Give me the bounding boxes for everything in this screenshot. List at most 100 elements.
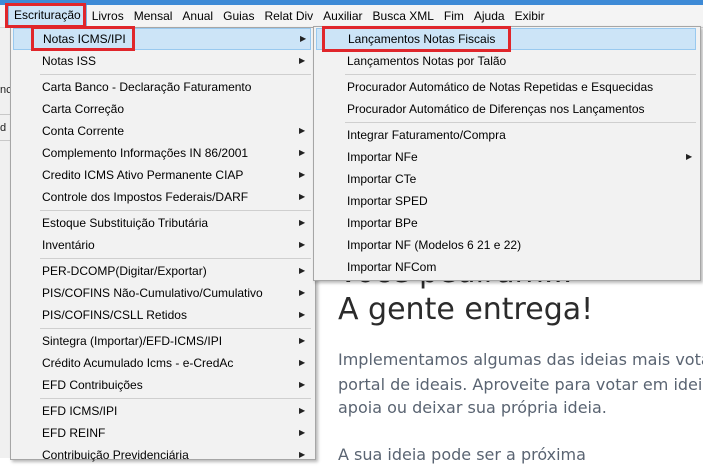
menu-item-label: EFD ICMS/IPI xyxy=(42,404,118,418)
menu-item-label: Importar NFCom xyxy=(347,260,437,274)
promo-text-line: Implementamos algumas das ideias mais vo… xyxy=(338,350,703,369)
menu-item-label: Carta Correção xyxy=(42,102,125,116)
menu-item-label: PIS/COFINS/CSLL Retidos xyxy=(42,308,187,322)
menu-item-label: Importar NFe xyxy=(347,150,418,164)
menu-relat-div[interactable]: Relat Div xyxy=(259,6,318,26)
notas-icms-ipi-submenu: Lançamentos Notas Fiscais Lançamentos Not… xyxy=(313,26,701,281)
menu-ajuda[interactable]: Ajuda xyxy=(469,6,510,26)
background-text-fragment: d xyxy=(0,122,7,134)
promo-panel: Você pediram... A gente entrega! Impleme… xyxy=(318,255,703,464)
menu-separator xyxy=(40,210,311,211)
submenu-arrow-icon: ▶ xyxy=(299,358,306,367)
menu-item-label: Lançamentos Notas por Talão xyxy=(347,54,507,68)
menu-item-lancamentos-notas-fiscais[interactable]: Lançamentos Notas Fiscais xyxy=(316,28,696,50)
menu-item-label: Notas ISS xyxy=(42,54,97,68)
menu-item-procurador-automatico-de-diferencas-nos-lancamentos[interactable]: Procurador Automático de Diferenças nos … xyxy=(316,98,696,120)
submenu-arrow-icon: ▶ xyxy=(299,56,306,65)
background-divider xyxy=(0,114,10,115)
submenu-arrow-icon: ▶ xyxy=(299,428,306,437)
submenu-arrow-icon: ▶ xyxy=(686,152,693,161)
promo-text-line: apoia ou deixar sua própria ideia. xyxy=(338,398,607,417)
menu-item-notas-icms-ipi[interactable]: Notas ICMS/IPI ▶ xyxy=(13,28,311,50)
menu-item-importar-nf-modelos-6-21-e-22[interactable]: Importar NF (Modelos 6 21 e 22) xyxy=(316,234,696,256)
menu-separator xyxy=(345,74,696,75)
menu-item-label: EFD REINF xyxy=(42,426,106,440)
submenu-arrow-icon: ▶ xyxy=(299,450,306,459)
menu-item-controle-dos-impostos-federais-darf[interactable]: Controle dos Impostos Federais/DARF ▶ xyxy=(13,186,311,208)
menu-item-label: Contribuição Previdenciária xyxy=(42,448,189,462)
menu-item-estoque-substituicao-tributaria[interactable]: Estoque Substituição Tributária ▶ xyxy=(13,212,311,234)
menu-auxiliar[interactable]: Auxiliar xyxy=(318,6,367,26)
menu-item-label: Estoque Substituição Tributária xyxy=(42,216,209,230)
menu-item-label: Credito ICMS Ativo Permanente CIAP xyxy=(42,168,244,182)
menu-item-credito-icms-ativo-permanente-ciap[interactable]: Credito ICMS Ativo Permanente CIAP ▶ xyxy=(13,164,311,186)
menu-item-label: Controle dos Impostos Federais/DARF xyxy=(42,190,249,204)
menu-item-label: Inventário xyxy=(42,238,95,252)
menu-item-label: Importar CTe xyxy=(347,172,417,186)
submenu-arrow-icon: ▶ xyxy=(299,148,306,157)
menu-item-label: Sintegra (Importar)/EFD-ICMS/IPI xyxy=(42,334,223,348)
menu-guias[interactable]: Guias xyxy=(218,6,259,26)
menu-item-sintegra-importar-efd-icms-ipi[interactable]: Sintegra (Importar)/EFD-ICMS/IPI ▶ xyxy=(13,330,311,352)
menu-item-procurador-automatico-de-notas-repetidas-e-esquecidas[interactable]: Procurador Automático de Notas Repetidas… xyxy=(316,76,696,98)
menu-item-label: Complemento Informações IN 86/2001 xyxy=(42,146,249,160)
submenu-arrow-icon: ▶ xyxy=(299,266,306,275)
menu-item-label: Conta Corrente xyxy=(42,124,125,138)
menu-item-pis-cofins-nao-cumulativo-cumulativo[interactable]: PIS/COFINS Não-Cumulativo/Cumulativo ▶ xyxy=(13,282,311,304)
menu-separator xyxy=(40,258,311,259)
menu-item-importar-nfcom[interactable]: Importar NFCom xyxy=(316,256,696,278)
menu-anual[interactable]: Anual xyxy=(177,6,218,26)
menu-item-conta-corrente[interactable]: Conta Corrente ▶ xyxy=(13,120,311,142)
menu-item-importar-cte[interactable]: Importar CTe xyxy=(316,168,696,190)
menu-fim[interactable]: Fim xyxy=(439,6,469,26)
menu-item-integrar-faturamento-compra[interactable]: Integrar Faturamento/Compra xyxy=(316,124,696,146)
submenu-arrow-icon: ▶ xyxy=(299,310,306,319)
submenu-arrow-icon: ▶ xyxy=(299,380,306,389)
menu-item-per-dcomp-digitar-exportar[interactable]: PER-DCOMP(Digitar/Exportar) ▶ xyxy=(13,260,311,282)
submenu-arrow-icon: ▶ xyxy=(300,34,307,43)
menu-item-inventario[interactable]: Inventário ▶ xyxy=(13,234,311,256)
submenu-arrow-icon: ▶ xyxy=(299,336,306,345)
menu-livros[interactable]: Livros xyxy=(87,6,129,26)
promo-text-line: A sua ideia pode ser a próxima xyxy=(338,445,586,464)
menu-separator xyxy=(40,398,311,399)
menu-busca-xml[interactable]: Busca XML xyxy=(368,6,439,26)
submenu-arrow-icon: ▶ xyxy=(299,240,306,249)
submenu-arrow-icon: ▶ xyxy=(299,288,306,297)
menu-item-label: Lançamentos Notas Fiscais xyxy=(348,32,496,46)
menu-item-importar-bpe[interactable]: Importar BPe xyxy=(316,212,696,234)
menu-item-carta-banco-declaracao-faturamento[interactable]: Carta Banco - Declaração Faturamento xyxy=(13,76,311,98)
menu-item-carta-correcao[interactable]: Carta Correção xyxy=(13,98,311,120)
menu-item-complemento-informacoes-in-86-2001[interactable]: Complemento Informações IN 86/2001 ▶ xyxy=(13,142,311,164)
promo-heading: A gente entrega! xyxy=(338,292,594,327)
menu-escrituracao[interactable]: Escrituração xyxy=(8,5,87,27)
menu-item-efd-reinf[interactable]: EFD REINF ▶ xyxy=(13,422,311,444)
menu-item-importar-sped[interactable]: Importar SPED xyxy=(316,190,696,212)
escrituracao-dropdown: Notas ICMS/IPI ▶ Notas ISS ▶ Carta Banco - D… xyxy=(10,27,316,462)
menu-item-label: PER-DCOMP(Digitar/Exportar) xyxy=(42,264,207,278)
menu-item-label: Crédito Acumulado Icms - e-CredAc xyxy=(42,356,234,370)
submenu-arrow-icon: ▶ xyxy=(299,170,306,179)
menu-item-label: Importar NF (Modelos 6 21 e 22) xyxy=(347,238,522,252)
menu-item-notas-iss[interactable]: Notas ISS ▶ xyxy=(13,50,311,72)
menu-exibir[interactable]: Exibir xyxy=(510,6,550,26)
menu-item-label: Procurador Automático de Notas Repetidas… xyxy=(347,80,654,94)
menu-bar: Escrituração Livros Mensal Anual Guias Relat … xyxy=(0,5,703,28)
submenu-arrow-icon: ▶ xyxy=(299,406,306,415)
menu-item-label: PIS/COFINS Não-Cumulativo/Cumulativo xyxy=(42,286,263,300)
menu-item-lancamentos-notas-por-talao[interactable]: Lançamentos Notas por Talão xyxy=(316,50,696,72)
menu-item-efd-icms-ipi[interactable]: EFD ICMS/IPI ▶ xyxy=(13,400,311,422)
menu-item-importar-nfe[interactable]: Importar NFe ▶ xyxy=(316,146,696,168)
menu-mensal[interactable]: Mensal xyxy=(129,6,178,26)
menu-item-label: EFD Contribuições xyxy=(42,378,143,392)
menu-item-pis-cofins-csll-retidos[interactable]: PIS/COFINS/CSLL Retidos ▶ xyxy=(13,304,311,326)
menu-item-label: Notas ICMS/IPI xyxy=(43,32,126,46)
menu-item-credito-acumulado-icms-e-credac[interactable]: Crédito Acumulado Icms - e-CredAc ▶ xyxy=(13,352,311,374)
menu-item-label: Integrar Faturamento/Compra xyxy=(347,128,506,142)
menu-item-contribuicao-previdenciaria[interactable]: Contribuição Previdenciária ▶ xyxy=(13,444,311,466)
submenu-arrow-icon: ▶ xyxy=(299,192,306,201)
menu-separator xyxy=(345,122,696,123)
menu-item-label: Importar SPED xyxy=(347,194,428,208)
menu-separator xyxy=(40,328,311,329)
menu-item-efd-contribuicoes[interactable]: EFD Contribuições ▶ xyxy=(13,374,311,396)
